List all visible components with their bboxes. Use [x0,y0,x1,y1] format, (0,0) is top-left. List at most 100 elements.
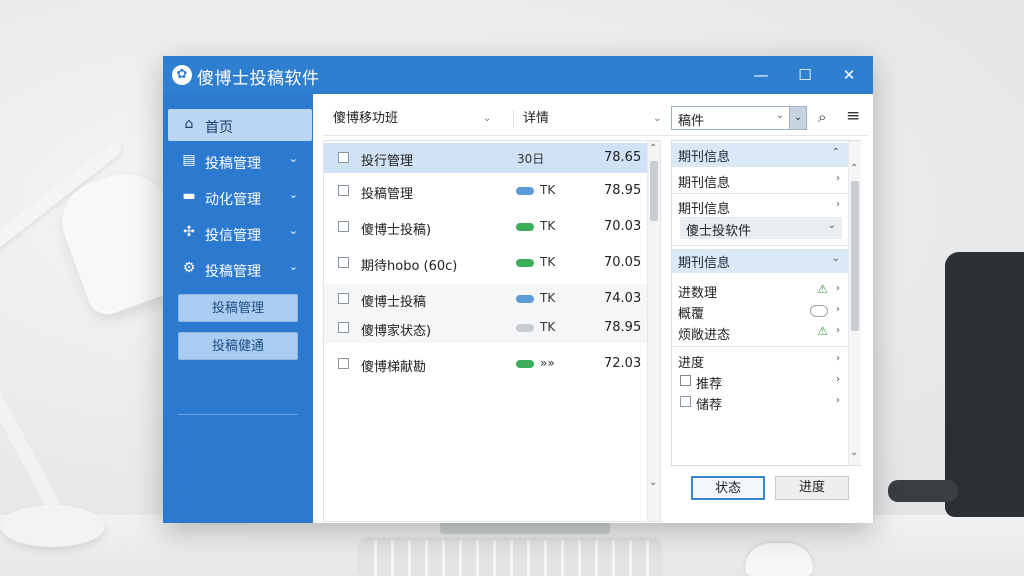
panel-divider [672,193,848,194]
menu-icon[interactable]: ≡ [846,106,860,126]
row-checkbox[interactable] [338,185,349,196]
scroll-up-icon[interactable]: ⌃ [649,143,657,154]
status-pill [516,295,534,303]
row-checkbox[interactable] [338,257,349,268]
minimize-button[interactable]: — [748,62,774,88]
cup [193,523,248,543]
chevron-right-icon: › [836,353,840,364]
submission-status-button[interactable]: 投稿健通 [178,332,298,360]
panel-item[interactable]: 烦敞进态 ⚠ › [672,321,848,343]
filter-dropdown[interactable]: 傻博移功班 [333,106,398,132]
detail-dropdown[interactable]: 详情 [523,106,549,132]
panel-item[interactable]: 概覆 › [672,300,848,322]
status-pill [516,360,534,368]
app-window: ✿ 傻博士投稿软件 — ☐ ✕ ⌂ 首页 ▤ 投稿管理 ⌄ ▬ 动化管理 ⌄ ✣… [163,56,873,523]
chevron-right-icon: › [836,283,840,294]
list-item[interactable]: 傻博士投稿) TK 70.03 [324,212,647,242]
panel-item[interactable]: 进度 › [672,349,848,371]
panel-item-label: 储荐 [696,398,723,413]
panel-item-label: 进数理 [678,286,718,301]
panel-divider [672,245,848,246]
row-name: 期待hobo (60c) [361,259,458,274]
close-button[interactable]: ✕ [836,62,862,88]
item-checkbox[interactable] [680,396,691,407]
sidebar-item-letters[interactable]: ✣ 投信管理 ⌄ [168,217,312,249]
search-icon[interactable]: ⌕ [818,108,826,126]
chevron-down-icon: ⌄ [288,152,298,165]
chevron-right-icon: › [836,374,840,385]
chevron-down-icon: ⌄ [831,253,840,264]
chevron-down-icon: ⌄ [775,110,784,121]
row-checkbox[interactable] [338,293,349,304]
panel-scrollbar[interactable]: ⌃ ⌄ [848,141,861,465]
row-tag: »» [540,356,555,370]
row-checkbox[interactable] [338,152,349,163]
select-value: 稿件 [678,114,705,129]
panel-item[interactable]: 期刊信息 › [672,195,848,217]
list-item[interactable]: 期待hobo (60c) TK 70.05 [324,248,647,278]
dropdown-value: 傻士投软件 [686,224,752,239]
panel-item-label: 概覆 [678,307,705,322]
panel-item-label: 推荐 [696,377,723,392]
row-name: 投行管理 [361,154,414,169]
panel-header[interactable]: 期刊信息 ⌃ [672,143,848,167]
puzzle-icon: ✣ [183,224,195,240]
sidebar-item-label: 动化管理 [205,192,261,208]
toggle-switch[interactable] [810,305,828,317]
document-icon: ▤ [182,152,196,168]
panel-item[interactable]: 储荐 › [672,391,848,413]
grid-icon [680,375,691,386]
scroll-up-icon[interactable]: ⌃ [850,163,858,174]
journal-dropdown[interactable]: 傻士投软件 ⌄ [680,217,842,239]
status-arrow-icon [516,223,534,231]
sidebar-item-automation[interactable]: ▬ 动化管理 ⌄ [168,181,312,213]
row-value: 78.65 [604,150,642,165]
chevron-down-icon: ⌄ [827,220,836,231]
list-item[interactable]: 傻博家状态) TK 78.95 [324,313,647,343]
scrollbar-thumb[interactable] [851,181,859,331]
office-chair-arm [888,480,958,502]
folder-icon: ▬ [182,188,196,204]
maximize-button[interactable]: ☐ [792,62,818,88]
info-panel: 期刊信息 ⌃ 期刊信息 › 期刊信息 › 傻士投软件 ⌄ 期刊信息 ⌄ 进数理 … [671,140,861,466]
row-tag: 30日 [517,152,545,166]
row-checkbox[interactable] [338,221,349,232]
panel-item[interactable]: 推荐 › [672,370,848,392]
row-name: 投稿管理 [361,187,414,202]
list-item[interactable]: 投行管理 30日 78.65 [324,143,647,173]
status-button[interactable]: 状态 [691,476,765,500]
list-item[interactable]: 傻博士投稿 TK 74.03 [324,284,647,314]
list-item[interactable]: 投稿管理 TK 78.95 [324,176,647,206]
panel-header[interactable]: 期刊信息 ⌄ [672,249,848,273]
chevron-down-icon: ⌄ [288,188,298,201]
submission-manage-button[interactable]: 投稿管理 [178,294,298,322]
toolbar-divider [513,110,514,128]
row-name: 傻博士投稿 [361,295,427,310]
progress-button[interactable]: 进度 [775,476,849,500]
row-tag: TK [540,183,556,197]
chevron-down-icon: ⌄ [288,224,298,237]
sidebar-item-settings[interactable]: ⚙ 投稿管理 ⌄ [168,253,312,285]
scroll-down-icon[interactable]: ⌄ [649,477,657,488]
status-pill [516,324,534,332]
panel-item[interactable]: 期刊信息 › [672,169,848,191]
row-name: 傻博士投稿) [361,223,432,238]
sidebar-item-home[interactable]: ⌂ 首页 [168,109,312,141]
select-arrow-button[interactable]: ⌄ [789,107,806,129]
chevron-down-icon: ⌄ [653,113,662,124]
sidebar-item-label: 投信管理 [205,228,261,244]
manuscript-select[interactable]: 稿件 ⌄ ⌄ [671,106,807,130]
list-item[interactable]: 傻博梯献勘 »» 72.03 [324,349,647,379]
list-scrollbar[interactable]: ⌃ ⌄ [647,141,660,521]
row-checkbox[interactable] [338,358,349,369]
row-value: 72.03 [604,356,642,371]
panel-item[interactable]: 进数理 ⚠ › [672,279,848,301]
scroll-down-icon[interactable]: ⌄ [850,447,858,458]
sidebar-item-submissions[interactable]: ▤ 投稿管理 ⌄ [168,145,312,177]
row-value: 74.03 [604,291,642,306]
row-checkbox[interactable] [338,322,349,333]
sidebar-divider [178,414,298,415]
row-value: 70.05 [604,255,642,270]
scrollbar-thumb[interactable] [650,161,658,221]
chevron-right-icon: › [836,395,840,406]
